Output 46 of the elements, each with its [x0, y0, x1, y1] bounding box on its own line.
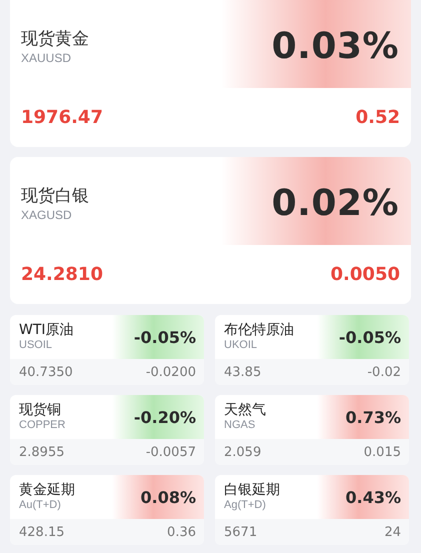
price-value: 428.15: [19, 524, 64, 540]
price-value: 2.059: [224, 444, 262, 460]
instrument-name: 现货黄金: [21, 28, 90, 50]
change-value: -0.0200: [146, 364, 196, 380]
instrument-name: WTI原油: [19, 322, 75, 339]
quote-card[interactable]: 黄金延期 Au(T+D) 0.08% 428.15 0.36: [10, 475, 204, 545]
quote-card[interactable]: 布伦特原油 UKOIL -0.05% 43.85 -0.02: [215, 315, 409, 385]
instrument-code: USOIL: [19, 339, 54, 352]
quote-card[interactable]: 现货铜 COPPER -0.20% 2.8955 -0.0057: [10, 395, 204, 465]
price-value: 43.85: [224, 364, 262, 380]
instrument-name: 现货铜: [19, 402, 62, 419]
price-value: 40.7350: [19, 364, 73, 380]
change-percent: 0.08%: [112, 475, 204, 519]
price-value: 1976.47: [21, 107, 103, 128]
instrument-code: Ag(T+D): [224, 499, 267, 512]
quote-card[interactable]: 白银延期 Ag(T+D) 0.43% 5671 24: [215, 475, 409, 545]
price-value: 2.8955: [19, 444, 64, 460]
quote-card[interactable]: 天然气 NGAS 0.73% 2.059 0.015: [215, 395, 409, 465]
instrument-code: XAGUSD: [21, 207, 73, 223]
instrument-name: 布伦特原油: [224, 322, 295, 339]
change-percent: -0.05%: [317, 315, 409, 359]
instrument-code: NGAS: [224, 419, 256, 432]
instrument-code: Au(T+D): [19, 499, 62, 512]
change-value: 0.52: [356, 107, 400, 128]
instrument-name: 现货白银: [21, 185, 90, 207]
instrument-name: 天然气: [224, 402, 267, 419]
instrument-code: COPPER: [19, 419, 66, 432]
instrument-name: 白银延期: [224, 482, 281, 499]
price-value: 24.2810: [21, 264, 103, 285]
change-value: 0.36: [167, 524, 196, 540]
change-value: 0.0050: [330, 264, 400, 285]
change-value: 0.015: [364, 444, 401, 460]
change-percent: -0.20%: [112, 395, 204, 439]
quote-card[interactable]: WTI原油 USOIL -0.05% 40.7350 -0.0200: [10, 315, 204, 385]
change-percent: 0.73%: [317, 395, 409, 439]
instrument-code: XAUUSD: [21, 50, 72, 66]
quote-card[interactable]: 现货白银 XAGUSD 0.02% 24.2810 0.0050: [10, 157, 411, 304]
instrument-name: 黄金延期: [19, 482, 76, 499]
change-value: 24: [384, 524, 401, 540]
change-percent: -0.05%: [112, 315, 204, 359]
quote-card[interactable]: 现货黄金 XAUUSD 0.03% 1976.47 0.52: [10, 0, 411, 147]
change-value: -0.02: [367, 364, 401, 380]
price-value: 5671: [224, 524, 258, 540]
change-percent: 0.43%: [317, 475, 409, 519]
change-value: -0.0057: [146, 444, 196, 460]
instrument-code: UKOIL: [224, 339, 258, 352]
